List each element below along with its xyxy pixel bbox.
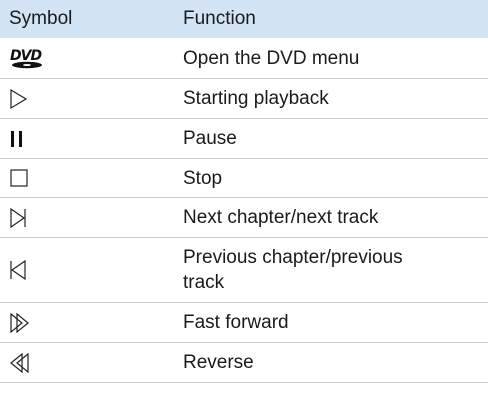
function-text: Previous chapter/previous track — [183, 245, 488, 295]
next-track-icon — [0, 207, 183, 229]
table-row: Stop — [0, 159, 488, 198]
table-row: Pause — [0, 119, 488, 159]
dvd-logo-icon: DVD — [0, 47, 183, 69]
previous-track-icon — [0, 259, 183, 281]
function-text: Next chapter/next track — [183, 207, 379, 228]
function-text: Stop — [183, 167, 223, 189]
pause-icon — [0, 128, 183, 150]
symbol-function-table: Symbol Function DVD Open the DVD menu St… — [0, 0, 488, 383]
header-function: Function — [183, 8, 256, 29]
stop-icon — [0, 167, 183, 189]
reverse-icon — [0, 352, 183, 374]
fast-forward-icon — [0, 312, 183, 334]
function-text-line1: Previous chapter/previous — [183, 247, 403, 268]
svg-text:DVD: DVD — [10, 48, 41, 64]
table-row: DVD Open the DVD menu — [0, 38, 488, 79]
function-text: Starting playback — [183, 88, 329, 109]
header-symbol: Symbol — [9, 8, 73, 29]
play-icon — [0, 88, 183, 110]
function-text-line2: track — [183, 272, 225, 293]
table-row: Fast forward — [0, 303, 488, 343]
table-row: Next chapter/next track — [0, 198, 488, 238]
function-text: Fast forward — [183, 312, 289, 333]
function-text: Reverse — [183, 352, 254, 373]
table-header: Symbol Function — [0, 0, 488, 38]
table-row: Reverse — [0, 343, 488, 383]
table-row: Previous chapter/previous track — [0, 238, 488, 303]
table-row: Starting playback — [0, 79, 488, 119]
function-text: Pause — [183, 128, 237, 149]
function-text: Open the DVD menu — [183, 47, 360, 69]
